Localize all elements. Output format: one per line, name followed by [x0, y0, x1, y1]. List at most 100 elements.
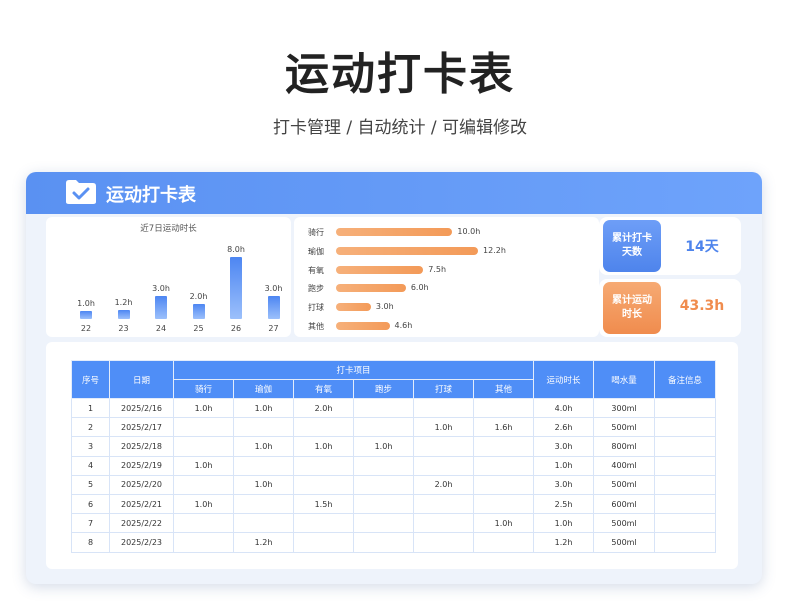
- table-cell[interactable]: 1.0h: [233, 474, 294, 495]
- table-cell[interactable]: 2025/2/20: [109, 474, 174, 495]
- table-cell[interactable]: 2: [71, 417, 110, 438]
- table-cell[interactable]: [293, 474, 354, 495]
- table-cell[interactable]: [173, 474, 234, 495]
- table-cell[interactable]: 1.0h: [533, 455, 595, 476]
- bar: [192, 303, 205, 319]
- page-title: 运动打卡表: [285, 49, 515, 100]
- table-cell[interactable]: 500ml: [593, 474, 656, 495]
- table-cell[interactable]: 2.0h: [413, 474, 474, 495]
- table-cell[interactable]: 2025/2/17: [109, 417, 174, 438]
- table-cell[interactable]: 1.0h: [533, 513, 595, 534]
- table-cell[interactable]: [353, 397, 414, 419]
- table-cell[interactable]: [233, 493, 294, 515]
- table-cell[interactable]: 500ml: [593, 513, 656, 534]
- table-cell[interactable]: [654, 513, 717, 534]
- table-cell[interactable]: [353, 493, 414, 515]
- table-cell[interactable]: [413, 455, 474, 476]
- table-cell[interactable]: [293, 513, 354, 534]
- table-cell[interactable]: [233, 513, 294, 534]
- table-cell[interactable]: 3.0h: [533, 436, 595, 457]
- table-cell[interactable]: 1.0h: [353, 436, 414, 457]
- table-cell[interactable]: 3.0h: [533, 474, 595, 495]
- table-cell[interactable]: 2025/2/22: [109, 513, 174, 534]
- table-cell[interactable]: [472, 532, 535, 553]
- table-cell[interactable]: [654, 455, 717, 476]
- table-cell[interactable]: [413, 532, 474, 553]
- category-label: 瑜伽: [308, 246, 324, 256]
- table-cell[interactable]: 800ml: [593, 436, 656, 457]
- category-label: 跑步: [308, 284, 324, 294]
- table-cell[interactable]: 1.2h: [233, 532, 294, 553]
- table-cell[interactable]: 1.0h: [173, 493, 234, 515]
- table-cell[interactable]: [654, 436, 717, 457]
- table-cell[interactable]: [654, 493, 717, 515]
- table-cell[interactable]: 2025/2/18: [109, 436, 174, 457]
- category-label: 有氧: [308, 265, 324, 275]
- table-cell[interactable]: 500ml: [593, 417, 656, 438]
- table-cell[interactable]: 2.0h: [293, 397, 354, 419]
- table-cell[interactable]: [654, 532, 717, 553]
- table-cell[interactable]: 1.0h: [233, 436, 294, 457]
- table-cell[interactable]: [353, 532, 414, 553]
- table-cell[interactable]: 6: [71, 493, 110, 515]
- table-cell[interactable]: 4.0h: [533, 397, 595, 419]
- table-cell[interactable]: [353, 513, 414, 534]
- table-cell[interactable]: 1.0h: [413, 417, 474, 438]
- table-cell[interactable]: 2025/2/23: [109, 532, 174, 553]
- table-cell[interactable]: 1.0h: [233, 397, 294, 419]
- sheet-card: 运动打卡表 近7日运动时长 1.0h 22 1.2h 23 3.0h 24 2.0h 25 8.…: [26, 172, 762, 584]
- table-cell[interactable]: 1.5h: [293, 493, 354, 515]
- table-cell[interactable]: 2025/2/21: [109, 493, 174, 515]
- table-cell[interactable]: [353, 455, 414, 476]
- table-cell[interactable]: 2025/2/19: [109, 455, 174, 476]
- table-cell[interactable]: 3: [71, 436, 110, 457]
- table-cell[interactable]: [654, 474, 717, 495]
- table-cell[interactable]: 2.5h: [533, 493, 595, 515]
- table-cell[interactable]: 2.6h: [533, 417, 595, 438]
- table-cell[interactable]: [173, 436, 234, 457]
- table-cell[interactable]: [472, 397, 535, 419]
- table-cell[interactable]: [233, 417, 294, 438]
- table-cell[interactable]: 4: [71, 455, 110, 476]
- header-water: 喝水量: [593, 360, 656, 399]
- header-index: 序号: [71, 360, 110, 399]
- table-cell[interactable]: [413, 397, 474, 419]
- table-cell[interactable]: 1.2h: [533, 532, 595, 553]
- table-cell[interactable]: [173, 532, 234, 553]
- table-cell[interactable]: [173, 513, 234, 534]
- table-cell[interactable]: [353, 474, 414, 495]
- table-cell[interactable]: 500ml: [593, 532, 656, 553]
- table-cell[interactable]: 1: [71, 397, 110, 419]
- table-cell[interactable]: [293, 532, 354, 553]
- table-cell[interactable]: 8: [71, 532, 110, 553]
- bar-value-label: 3.0h: [264, 283, 283, 293]
- bar-value-label: 10.0h: [457, 227, 481, 236]
- table-cell[interactable]: [472, 436, 535, 457]
- table-cell[interactable]: [413, 436, 474, 457]
- table-cell[interactable]: [173, 417, 234, 438]
- table-cell[interactable]: [293, 417, 354, 438]
- table-cell[interactable]: 5: [71, 474, 110, 495]
- table-cell[interactable]: 300ml: [593, 397, 656, 419]
- table-cell[interactable]: [472, 474, 535, 495]
- table-cell[interactable]: [233, 455, 294, 476]
- table-cell[interactable]: [472, 455, 535, 476]
- table-cell[interactable]: [472, 493, 535, 515]
- table-cell[interactable]: 1.0h: [293, 436, 354, 457]
- table-cell[interactable]: [293, 455, 354, 476]
- table-cell[interactable]: 600ml: [593, 493, 656, 515]
- table-cell[interactable]: 1.0h: [173, 455, 234, 476]
- bar-value-label: 8.0h: [227, 245, 245, 254]
- table-cell[interactable]: 7: [71, 513, 110, 534]
- table-cell[interactable]: 400ml: [593, 455, 656, 476]
- table-cell[interactable]: 1.6h: [472, 417, 535, 438]
- folder-check-icon: [66, 180, 96, 204]
- table-cell[interactable]: 1.0h: [472, 513, 535, 534]
- table-cell[interactable]: [353, 417, 414, 438]
- table-cell[interactable]: [654, 417, 717, 438]
- table-cell[interactable]: 2025/2/16: [109, 397, 174, 419]
- table-cell[interactable]: [413, 493, 474, 515]
- table-cell[interactable]: [654, 397, 717, 419]
- table-cell[interactable]: 1.0h: [173, 397, 234, 419]
- table-cell[interactable]: [413, 513, 474, 534]
